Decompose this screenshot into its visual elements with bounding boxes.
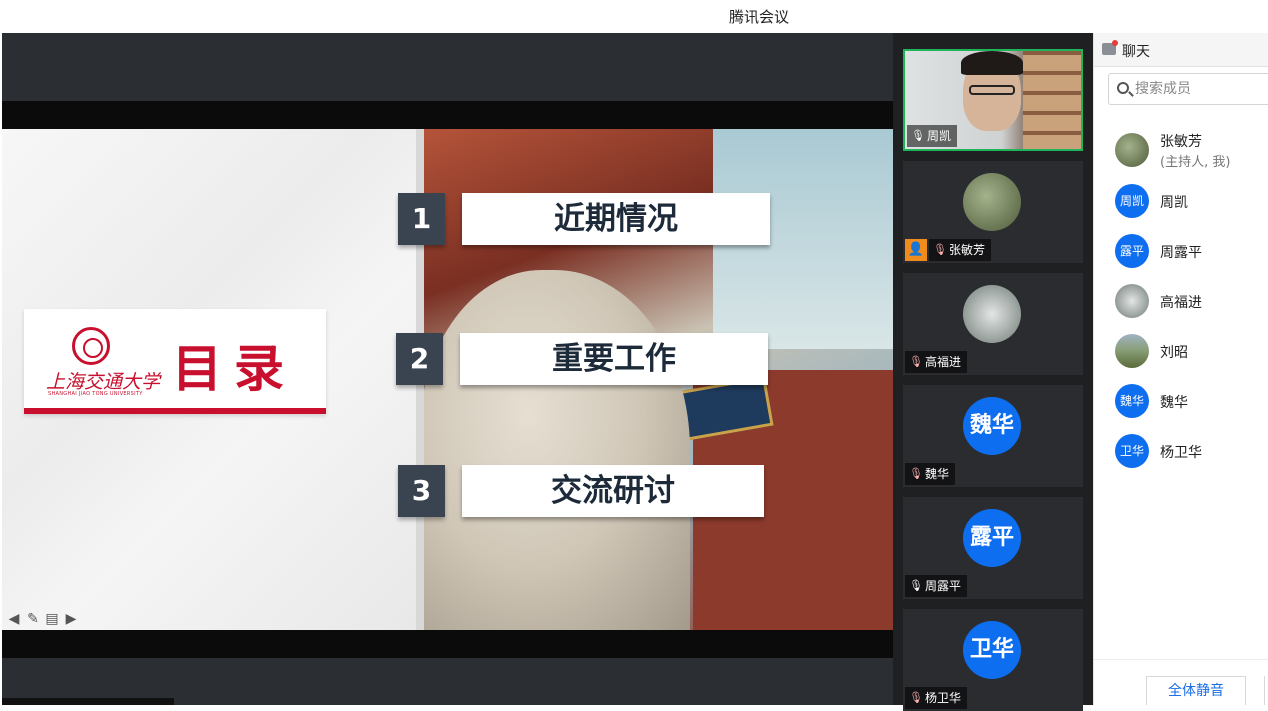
pen-icon[interactable]: ✎ bbox=[25, 611, 41, 627]
participant-nametag: 🎙 张敏芳 bbox=[929, 239, 992, 261]
participant-hair bbox=[961, 51, 1023, 75]
sharer-tag bbox=[2, 698, 174, 705]
mic-icon: 🎙 bbox=[911, 129, 925, 142]
video-gallery: 🎙 周凯 👤 🎙 张敏芳 🎙 高福进 魏华 🎙 魏华 露平 🎙 周露平 卫华 🎙… bbox=[893, 33, 1093, 711]
participant-name: 杨卫华 bbox=[925, 691, 962, 705]
member-name: 周凯 bbox=[1160, 195, 1188, 211]
member-avatar: 魏华 bbox=[1115, 384, 1149, 418]
member-avatar bbox=[1115, 284, 1149, 318]
unread-dot bbox=[1112, 40, 1118, 46]
chat-tab-label: 聊天 bbox=[1122, 44, 1150, 60]
logo-text-cn: 上海交通大学 bbox=[46, 371, 161, 393]
video-tile[interactable]: 露平 🎙 周露平 bbox=[903, 497, 1083, 599]
mic-icon: 🎙 bbox=[909, 579, 923, 592]
host-icon: 👤 bbox=[905, 239, 927, 261]
members-panel: 聊天 张敏芳 (主持人, 我) 周凯 周凯 露平 周露平 高福进 刘昭 魏华 魏… bbox=[1093, 33, 1268, 705]
participant-name: 周凯 bbox=[927, 129, 952, 143]
member-avatar bbox=[1115, 133, 1149, 167]
participant-avatar bbox=[963, 173, 1021, 231]
presentation-slide: 上海交通大学 SHANGHAI JIAO TONG UNIVERSITY 目录 … bbox=[2, 129, 893, 630]
mic-muted-icon: 🎙 bbox=[909, 467, 923, 480]
slide-heading: 目录 bbox=[172, 340, 296, 398]
member-search[interactable] bbox=[1108, 73, 1268, 105]
search-icon bbox=[1117, 82, 1129, 94]
sjtu-logo-card: 上海交通大学 SHANGHAI JIAO TONG UNIVERSITY 目录 bbox=[24, 309, 326, 414]
member-role: (主持人, 我) bbox=[1160, 155, 1231, 170]
participant-avatar: 露平 bbox=[963, 509, 1021, 567]
participant-name: 张敏芳 bbox=[949, 243, 986, 257]
agenda-label: 重要工作 bbox=[460, 333, 768, 385]
agenda-number: 1 bbox=[398, 193, 445, 245]
video-tile[interactable]: 卫华 🎙 杨卫华 bbox=[903, 609, 1083, 711]
window-title: 腾讯会议 bbox=[728, 8, 789, 26]
member-avatar bbox=[1115, 334, 1149, 368]
participant-avatar: 魏华 bbox=[963, 397, 1021, 455]
arrow-left-icon[interactable]: ◀ bbox=[6, 611, 22, 627]
sjtu-seal-icon bbox=[72, 327, 110, 365]
logo-text-en: SHANGHAI JIAO TONG UNIVERSITY bbox=[48, 391, 143, 397]
video-tile[interactable]: 魏华 🎙 魏华 bbox=[903, 385, 1083, 487]
member-name: 张敏芳 bbox=[1160, 134, 1202, 150]
participant-name: 高福进 bbox=[925, 355, 962, 369]
stage-top bbox=[2, 33, 893, 101]
participant-avatar: 卫华 bbox=[963, 621, 1021, 679]
agenda-number: 2 bbox=[396, 333, 443, 385]
member-name: 周露平 bbox=[1160, 245, 1202, 261]
notes-icon[interactable]: ▤ bbox=[44, 611, 60, 627]
mute-all-button[interactable]: 全体静音 bbox=[1146, 676, 1246, 705]
video-tile[interactable]: 🎙 周凯 bbox=[903, 49, 1083, 151]
shared-screen-area: 上海交通大学 SHANGHAI JIAO TONG UNIVERSITY 目录 … bbox=[2, 33, 893, 705]
panel-divider bbox=[1094, 659, 1268, 660]
agenda-label: 交流研讨 bbox=[462, 465, 764, 517]
participant-nametag: 🎙 魏华 bbox=[905, 463, 956, 485]
letterbox-bottom bbox=[2, 630, 893, 658]
member-avatar: 露平 bbox=[1115, 234, 1149, 268]
member-name: 杨卫华 bbox=[1160, 445, 1202, 461]
video-tile[interactable]: 👤 🎙 张敏芳 bbox=[903, 161, 1083, 263]
participant-name: 周露平 bbox=[925, 579, 962, 593]
participant-nametag: 🎙 周露平 bbox=[905, 575, 968, 597]
arrow-right-icon[interactable]: ▶ bbox=[63, 611, 79, 627]
participant-name: 魏华 bbox=[925, 467, 950, 481]
participant-avatar bbox=[963, 285, 1021, 343]
member-avatar: 周凯 bbox=[1115, 184, 1149, 218]
mic-muted-icon: 🎙 bbox=[909, 355, 923, 368]
participant-nametag: 🎙 杨卫华 bbox=[905, 687, 968, 709]
agenda-number: 3 bbox=[398, 465, 445, 517]
participant-glasses bbox=[969, 85, 1015, 95]
title-bar: 腾讯会议 bbox=[0, 0, 1268, 33]
participant-nametag: 🎙 高福进 bbox=[905, 351, 968, 373]
member-name: 魏华 bbox=[1160, 395, 1188, 411]
chat-tab[interactable]: 聊天 bbox=[1094, 33, 1268, 67]
mic-muted-icon: 🎙 bbox=[909, 691, 923, 704]
member-name: 高福进 bbox=[1160, 295, 1202, 311]
letterbox-top bbox=[2, 101, 893, 129]
search-input[interactable] bbox=[1135, 79, 1265, 99]
slide-toolbar: ◀ ✎ ▤ ▶ bbox=[6, 611, 79, 629]
member-name: 刘昭 bbox=[1160, 345, 1188, 361]
agenda-label: 近期情况 bbox=[462, 193, 770, 245]
mic-muted-icon: 🎙 bbox=[933, 243, 947, 256]
photo-stone-lion bbox=[420, 270, 690, 630]
participant-nametag: 🎙 周凯 bbox=[907, 125, 958, 147]
more-button[interactable] bbox=[1264, 676, 1268, 705]
bookshelf bbox=[1023, 51, 1081, 149]
video-tile[interactable]: 🎙 高福进 bbox=[903, 273, 1083, 375]
member-avatar: 卫华 bbox=[1115, 434, 1149, 468]
